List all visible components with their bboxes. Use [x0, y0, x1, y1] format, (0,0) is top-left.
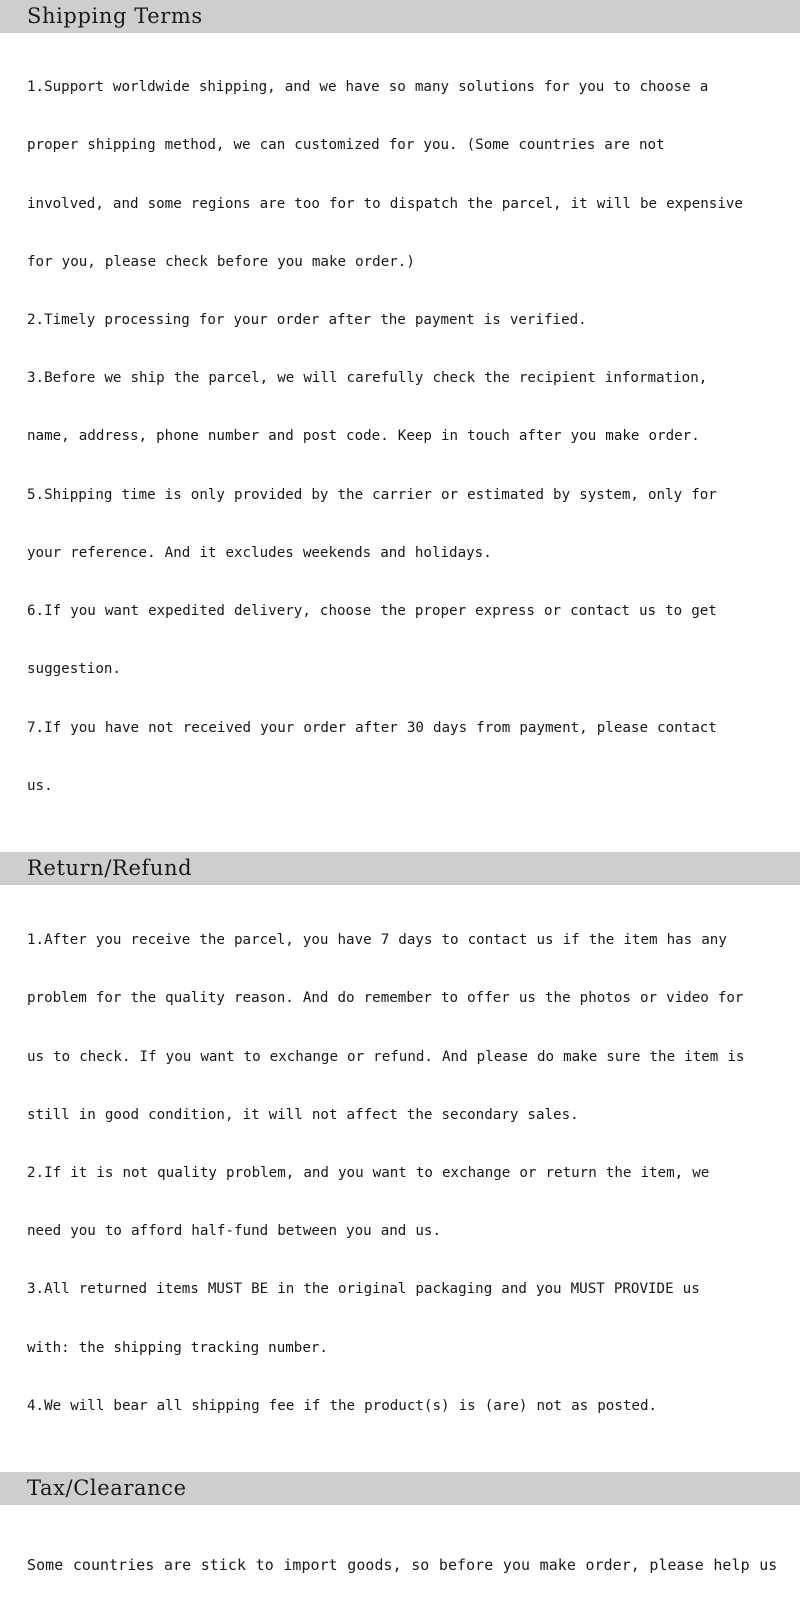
text-line: your reference. And it excludes weekends… — [27, 544, 492, 561]
text-line: 2.Timely processing for your order after… — [27, 312, 587, 329]
section-header-bar-tax-clearance: Tax/Clearance — [0, 1472, 800, 1506]
section-title-tax-clearance: Tax/Clearance — [27, 1476, 187, 1501]
text-line: proper shipping method, we can customize… — [27, 137, 665, 154]
section-title-return-refund: Return/Refund — [27, 856, 193, 880]
text-line: involved, and some regions are too for t… — [27, 195, 743, 212]
section-body-return-refund: 1.After you receive the parcel, you have… — [0, 885, 800, 1461]
text-line: us. — [27, 777, 53, 794]
section-body-shipping-terms: 1.Support worldwide shipping, and we hav… — [0, 33, 800, 841]
policy-page: Shipping Terms 1.Support worldwide shipp… — [0, 0, 800, 1574]
section-body-tax-clearance: Some countries are stick to import goods… — [0, 1505, 800, 1600]
text-line: 1.Support worldwide shipping, and we hav… — [27, 79, 709, 96]
text-line: 3.All returned items MUST BE in the orig… — [27, 1281, 700, 1298]
text-line: 1.After you receive the parcel, you have… — [27, 932, 727, 949]
text-line: 2.If it is not quality problem, and you … — [27, 1165, 710, 1182]
section-shipping-terms: Shipping Terms 1.Support worldwide shipp… — [0, 0, 800, 841]
text-line: 7.If you have not received your order af… — [27, 719, 717, 736]
section-title-shipping-terms: Shipping Terms — [27, 4, 203, 28]
text-line: Some countries are stick to import goods… — [27, 1555, 778, 1574]
text-line: us to check. If you want to exchange or … — [27, 1048, 745, 1065]
section-tax-clearance: Tax/Clearance Some countries are stick t… — [0, 1472, 800, 1600]
text-line: 5.Shipping time is only provided by the … — [27, 486, 717, 503]
text-line: 6.If you want expedited delivery, choose… — [27, 603, 717, 620]
section-return-refund: Return/Refund 1.After you receive the pa… — [0, 852, 800, 1461]
text-line: suggestion. — [27, 661, 121, 678]
text-line: for you, please check before you make or… — [27, 253, 415, 270]
text-line: with: the shipping tracking number. — [27, 1339, 328, 1356]
text-line: need you to afford half-fund between you… — [27, 1223, 441, 1240]
section-header-bar-shipping-terms: Shipping Terms — [0, 0, 800, 34]
text-line: problem for the quality reason. And do r… — [27, 990, 744, 1007]
text-line: 4.We will bear all shipping fee if the p… — [27, 1397, 658, 1414]
section-header-bar-return-refund: Return/Refund — [0, 852, 800, 886]
text-line: 3.Before we ship the parcel, we will car… — [27, 370, 708, 387]
text-line: still in good condition, it will not aff… — [27, 1106, 579, 1123]
text-line: name, address, phone number and post cod… — [27, 428, 700, 445]
